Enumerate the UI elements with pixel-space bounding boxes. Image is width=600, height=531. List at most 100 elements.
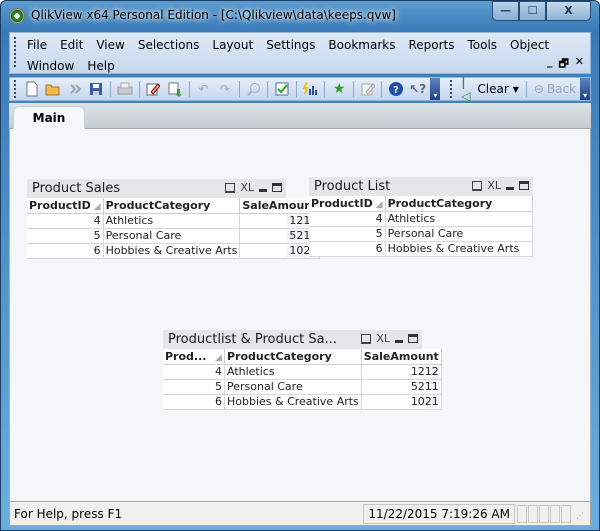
- table-row[interactable]: 4 Athletics 1212: [27, 213, 321, 229]
- cell[interactable]: Athletics: [103, 213, 241, 229]
- open-icon[interactable]: [45, 80, 63, 98]
- cell[interactable]: Personal Care: [224, 379, 362, 395]
- column-header[interactable]: ProductID ◢: [27, 198, 104, 214]
- toolbar-grip[interactable]: [450, 80, 453, 98]
- print-icon[interactable]: [116, 80, 134, 98]
- menu-window[interactable]: Window: [27, 57, 85, 76]
- cell[interactable]: 5211: [361, 379, 442, 395]
- chevron-down-icon[interactable]: ▼: [513, 85, 519, 94]
- menu-bookmarks[interactable]: Bookmarks: [328, 36, 406, 55]
- column-header[interactable]: SaleAmount: [361, 349, 442, 365]
- table-box-product-sales[interactable]: Product Sales XL ProductID ◢ ProductCate…: [27, 179, 321, 259]
- save-icon[interactable]: [88, 80, 106, 98]
- menu-edit[interactable]: Edit: [60, 36, 94, 55]
- print-icon[interactable]: [225, 182, 236, 193]
- cell[interactable]: 1021: [239, 243, 321, 259]
- cell[interactable]: 5: [163, 379, 225, 395]
- cell[interactable]: 1212: [361, 364, 442, 380]
- cell[interactable]: 1212: [239, 213, 321, 229]
- context-help-icon[interactable]: ↖?: [409, 80, 427, 98]
- cell[interactable]: Hobbies & Creative Arts: [103, 243, 241, 259]
- column-header[interactable]: ProductCategory: [224, 349, 362, 365]
- bookmark-star-icon[interactable]: ★: [330, 80, 348, 98]
- maximize-icon[interactable]: [408, 334, 418, 343]
- redo-icon[interactable]: ↷: [216, 80, 234, 98]
- cell[interactable]: Personal Care: [103, 228, 241, 244]
- column-header[interactable]: Prod... ◢: [163, 349, 225, 365]
- undo-icon[interactable]: ↶: [195, 80, 213, 98]
- reload-icon[interactable]: [66, 80, 84, 98]
- toolbar-overflow-button[interactable]: ▾: [430, 78, 441, 100]
- cell[interactable]: 1021: [361, 394, 442, 410]
- menu-help[interactable]: Help: [87, 57, 125, 76]
- close-button[interactable]: X: [546, 1, 591, 21]
- back-button[interactable]: ⊖ Back: [530, 82, 580, 96]
- edit-script-icon[interactable]: [145, 80, 163, 98]
- column-header[interactable]: SaleAmount: [239, 198, 321, 214]
- table-row[interactable]: 5 Personal Care: [309, 226, 534, 242]
- cell[interactable]: Hobbies & Creative Arts: [385, 241, 534, 257]
- toolbar-overflow-button[interactable]: ▾: [580, 78, 590, 100]
- menu-view[interactable]: View: [96, 36, 135, 55]
- mdi-minimize-button[interactable]: _: [547, 55, 553, 74]
- table-row[interactable]: 6 Hobbies & Creative Arts: [309, 241, 534, 257]
- cell[interactable]: 4: [163, 364, 225, 380]
- cell[interactable]: 6: [163, 394, 225, 410]
- menu-file[interactable]: File: [27, 36, 58, 55]
- table-box-productlist-product-sales[interactable]: Productlist & Product Sa... XL Prod... ◢…: [163, 330, 442, 410]
- minimize-icon[interactable]: [506, 187, 514, 190]
- table-row[interactable]: 5 Personal Care 5211: [163, 379, 442, 395]
- maximize-icon[interactable]: [519, 181, 529, 190]
- table-row[interactable]: 6 Hobbies & Creative Arts 1021: [27, 243, 321, 259]
- cell[interactable]: 5211: [239, 228, 321, 244]
- help-icon[interactable]: ?: [387, 80, 405, 98]
- menu-tools[interactable]: Tools: [467, 36, 508, 55]
- edit-icon[interactable]: [359, 80, 377, 98]
- maximize-button[interactable]: ☐: [519, 1, 546, 21]
- cell[interactable]: 6: [309, 241, 386, 257]
- cell[interactable]: Personal Care: [385, 226, 534, 242]
- tab-main[interactable]: Main: [13, 106, 85, 130]
- mdi-restore-button[interactable]: 🗗: [558, 55, 568, 74]
- cell[interactable]: Athletics: [385, 211, 534, 227]
- column-header[interactable]: ProductCategory: [103, 198, 241, 214]
- checkmark-icon[interactable]: [273, 80, 291, 98]
- resize-grip-icon[interactable]: ⋰: [576, 511, 588, 523]
- cell[interactable]: 4: [309, 211, 386, 227]
- print-icon[interactable]: [472, 180, 483, 191]
- reload-data-icon[interactable]: [166, 80, 184, 98]
- table-row[interactable]: 6 Hobbies & Creative Arts 1021: [163, 394, 442, 410]
- column-header[interactable]: ProductID ◢: [309, 196, 386, 212]
- new-icon[interactable]: [23, 80, 41, 98]
- minimize-icon[interactable]: [259, 189, 267, 192]
- object-caption[interactable]: Product Sales XL: [27, 179, 286, 198]
- cell[interactable]: Hobbies & Creative Arts: [224, 394, 362, 410]
- maximize-icon[interactable]: [272, 183, 282, 192]
- cell[interactable]: 6: [27, 243, 104, 259]
- table-row[interactable]: 4 Athletics 1212: [163, 364, 442, 380]
- menubar-grip[interactable]: [14, 37, 16, 67]
- chart-wizard-icon[interactable]: [302, 80, 320, 98]
- print-icon[interactable]: [361, 333, 372, 344]
- cell[interactable]: 5: [309, 226, 386, 242]
- search-icon[interactable]: [245, 80, 263, 98]
- minimize-icon[interactable]: [395, 340, 403, 343]
- title-bar[interactable]: QlikView x64 Personal Edition - [C:\Qlik…: [1, 1, 599, 31]
- menu-object[interactable]: Object: [510, 36, 560, 55]
- table-row[interactable]: 4 Athletics: [309, 211, 534, 227]
- send-to-excel-icon[interactable]: XL: [240, 181, 254, 194]
- minimize-button[interactable]: —: [492, 1, 519, 21]
- clear-button[interactable]: |◁ Clear ▼: [457, 75, 523, 103]
- table-row[interactable]: 5 Personal Care 5211: [27, 228, 321, 244]
- send-to-excel-icon[interactable]: XL: [487, 179, 501, 192]
- object-caption[interactable]: Productlist & Product Sa... XL: [163, 330, 422, 349]
- table-box-product-list[interactable]: Product List XL ProductID ◢ ProductCateg…: [309, 177, 534, 257]
- menu-reports[interactable]: Reports: [408, 36, 465, 55]
- menu-settings[interactable]: Settings: [266, 36, 326, 55]
- cell[interactable]: Athletics: [224, 364, 362, 380]
- column-header[interactable]: ProductCategory: [385, 196, 534, 212]
- menu-selections[interactable]: Selections: [138, 36, 211, 55]
- menu-layout[interactable]: Layout: [212, 36, 264, 55]
- cell[interactable]: 4: [27, 213, 104, 229]
- toolbar-grip[interactable]: [14, 80, 16, 98]
